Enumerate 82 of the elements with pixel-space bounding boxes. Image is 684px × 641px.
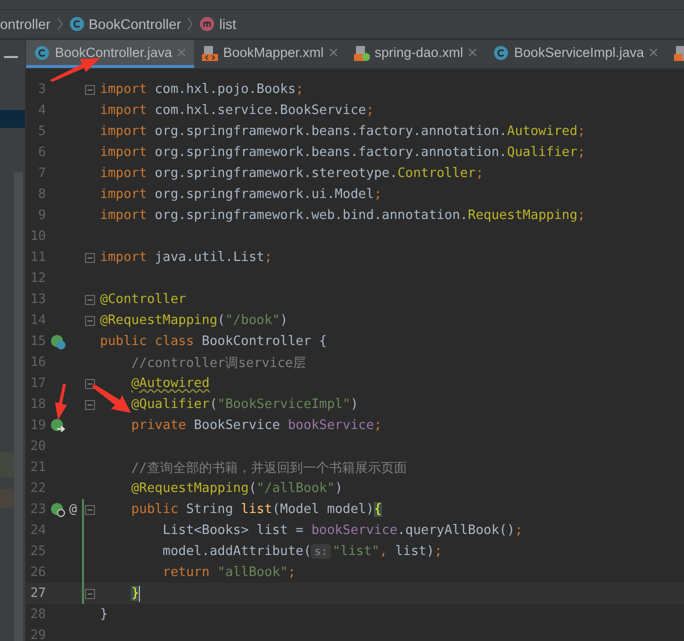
- code-line: @Controller: [100, 292, 186, 307]
- line-number: 22: [29, 481, 46, 496]
- breadcrumb-item[interactable]: ontroller: [0, 16, 51, 32]
- fold-icon[interactable]: [85, 400, 95, 410]
- line-number: 18: [29, 397, 46, 412]
- annotation-arrow: [92, 384, 131, 413]
- code-line: //controller调service层: [130, 354, 306, 372]
- line-number: 26: [29, 565, 46, 580]
- close-icon[interactable]: [328, 48, 338, 57]
- line-number: 14: [29, 313, 46, 328]
- fold-icon[interactable]: [85, 504, 95, 514]
- fold-icon[interactable]: [85, 588, 95, 598]
- class-icon: [34, 44, 50, 60]
- code-line: //查询全部的书籍，并返回到一个书籍展示页面: [130, 460, 407, 476]
- line-number: 12: [29, 271, 46, 286]
- editor-tab[interactable]: BookServiceImpl.java: [485, 40, 666, 68]
- gutter-marker[interactable]: @: [69, 502, 77, 517]
- line-number: 21: [29, 460, 46, 475]
- code-line: import com.hxl.pojo.Books;: [100, 82, 304, 97]
- line-number: 19: [29, 418, 46, 433]
- breadcrumb-item[interactable]: list: [199, 16, 236, 32]
- class-icon: [68, 16, 85, 32]
- fold-icon[interactable]: [85, 294, 95, 304]
- code-line: return "allBook";: [162, 565, 296, 580]
- line-number: 10: [29, 229, 46, 244]
- line-number: 27: [29, 586, 46, 601]
- breadcrumb-item[interactable]: BookController: [68, 16, 182, 32]
- code-line: public class BookController {: [100, 334, 327, 349]
- code-line: import org.springframework.beans.factory.annotation.Qualifier;: [100, 145, 586, 160]
- code-line: @RequestMapping("/allBook"): [130, 481, 343, 496]
- line-number: 7: [37, 166, 46, 181]
- line-number: 17: [29, 376, 46, 391]
- line-number: 16: [29, 355, 46, 370]
- spring-xml-file-icon: [354, 44, 370, 60]
- class-icon: [493, 44, 510, 60]
- fold-icon[interactable]: [85, 252, 95, 262]
- close-icon[interactable]: [648, 48, 658, 57]
- code-line: public String list(Model model){: [130, 502, 382, 517]
- line-number: 20: [29, 439, 46, 454]
- code-line: import com.hxl.service.BookService;: [100, 103, 374, 118]
- code-line: import org.springframework.web.bind.annotation.RequestMapping;: [100, 208, 586, 223]
- line-number: 24: [29, 523, 46, 538]
- editor-tab[interactable]: BookMapper.xml: [194, 40, 346, 68]
- line-number: 5: [37, 124, 46, 139]
- editor-tab[interactable]: spring-dao.xml: [346, 40, 486, 68]
- fold-icon[interactable]: [85, 378, 95, 388]
- line-number: 28: [29, 607, 46, 622]
- annotation-arrow: [50, 58, 100, 82]
- xml-file-icon: [202, 44, 218, 60]
- line-number: 8: [37, 187, 46, 202]
- minimize-icon[interactable]: [4, 55, 18, 59]
- code-line: import org.springframework.stereotype.Controller;: [100, 166, 484, 181]
- line-number: 13: [29, 292, 46, 307]
- line-number: 3: [37, 82, 46, 97]
- chevron-icon: [56, 17, 63, 31]
- fold-icon[interactable]: [85, 316, 95, 326]
- code-line: import org.springframework.beans.factory.annotation.Autowired;: [100, 124, 586, 139]
- line-number: 29: [29, 628, 46, 641]
- bean-gutter-icon[interactable]: [50, 502, 66, 518]
- line-number: 11: [29, 250, 46, 265]
- fold-icon[interactable]: [85, 84, 95, 94]
- annotation-arrow: [55, 384, 67, 420]
- line-number: 9: [37, 208, 46, 223]
- line-number: 25: [29, 544, 46, 559]
- line-number: 23: [29, 502, 46, 517]
- code-line: }: [100, 607, 108, 622]
- close-icon[interactable]: [468, 48, 478, 57]
- bean-gutter-icon[interactable]: [50, 418, 66, 434]
- chevron-icon: [187, 17, 194, 31]
- editor-tab[interactable]: BookController.java: [26, 40, 194, 68]
- line-number: 15: [29, 334, 46, 349]
- code-line: import org.springframework.ui.Model;: [100, 187, 382, 202]
- code-line: @Qualifier("BookServiceImpl"): [130, 397, 358, 412]
- code-line: @Autowired: [130, 376, 210, 391]
- code-line: model.addAttribute( s: "list", list);: [162, 544, 442, 559]
- method-icon: [199, 16, 216, 32]
- code-line: List<Books> list = bookService.queryAllBook();: [162, 523, 523, 538]
- code-line: private BookService bookService;: [130, 418, 382, 433]
- line-number: 6: [37, 145, 46, 160]
- code-line: @RequestMapping("/book"): [100, 313, 288, 328]
- code-line: import java.util.List;: [100, 250, 272, 265]
- line-number: 4: [37, 103, 46, 118]
